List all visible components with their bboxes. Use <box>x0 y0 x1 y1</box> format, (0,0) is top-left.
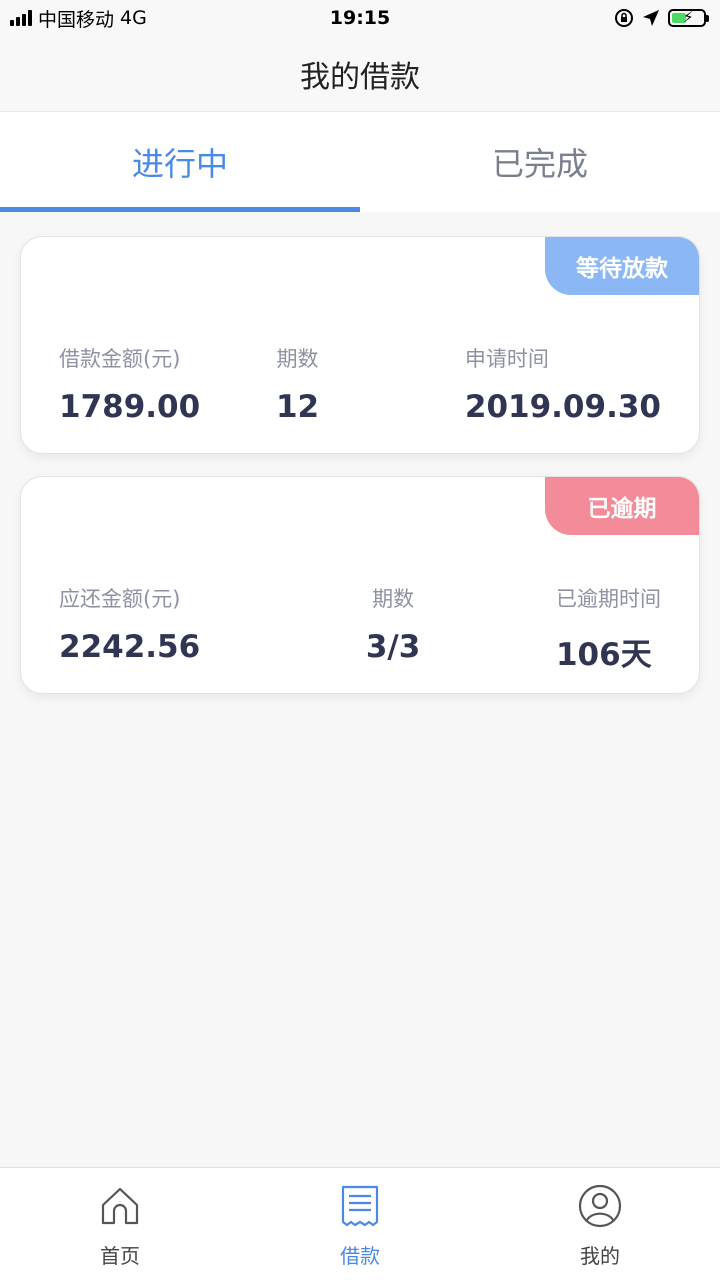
status-badge: 已逾期 <box>545 477 699 535</box>
tab-home[interactable]: 首页 <box>0 1168 240 1280</box>
location-icon <box>643 10 659 26</box>
tab-mine[interactable]: 我的 <box>480 1168 720 1280</box>
tab-loan[interactable]: 借款 <box>240 1168 480 1280</box>
field-value: 12 <box>275 389 320 425</box>
page-title: 我的借款 <box>300 59 420 95</box>
periods-field: 期数 12 <box>276 343 319 425</box>
field-value: 3/3 <box>365 629 421 665</box>
status-bar: 中国移动 4G 19:15 ⚡ <box>0 0 720 36</box>
rotation-lock-icon <box>615 9 633 27</box>
loan-card[interactable]: 已逾期 应还金额(元) 2242.56 期数 3/3 已逾期时间 106天 <box>20 476 700 694</box>
field-value: 2242.56 <box>59 629 201 665</box>
periods-field: 期数 3/3 <box>366 583 420 674</box>
tab-home-label: 首页 <box>100 1244 140 1268</box>
tab-completed[interactable]: 已完成 <box>360 112 720 212</box>
field-value: 1789.00 <box>59 389 201 425</box>
field-label: 期数 <box>276 347 319 371</box>
apply-time-field: 申请时间 2019.09.30 <box>465 343 661 425</box>
tab-loan-label: 借款 <box>340 1244 380 1268</box>
tab-in-progress[interactable]: 进行中 <box>0 112 360 212</box>
home-icon <box>101 1187 139 1225</box>
status-badge: 等待放款 <box>545 237 699 295</box>
tab-mine-label: 我的 <box>580 1244 620 1268</box>
user-icon <box>578 1184 622 1228</box>
carrier-label: 中国移动 <box>38 8 115 31</box>
field-label: 应还金额(元) <box>59 587 181 611</box>
field-value: 106天 <box>555 637 652 673</box>
field-label: 已逾期时间 <box>555 587 661 611</box>
loan-card[interactable]: 等待放款 借款金额(元) 1789.00 期数 12 申请时间 2019.09.… <box>20 236 700 454</box>
tab-bar-top: 进行中 已完成 <box>0 112 720 212</box>
receipt-icon <box>341 1185 379 1227</box>
nav-bar: 我的借款 <box>0 36 720 112</box>
field-label: 申请时间 <box>464 347 549 371</box>
loan-list: 等待放款 借款金额(元) 1789.00 期数 12 申请时间 2019.09.… <box>20 236 700 716</box>
loan-amount-field: 借款金额(元) 1789.00 <box>59 343 200 425</box>
signal-icon <box>10 10 32 26</box>
battery-icon: ⚡ <box>668 8 709 27</box>
field-label: 借款金额(元) <box>59 347 181 371</box>
field-value: 2019.09.30 <box>464 389 661 425</box>
overdue-time-field: 已逾期时间 106天 <box>556 583 661 674</box>
field-label: 期数 <box>372 587 415 611</box>
repay-amount-field: 应还金额(元) 2242.56 <box>59 583 200 674</box>
bottom-tab-bar: 首页 借款 我的 <box>0 1167 720 1280</box>
network-label: 4G <box>120 7 147 29</box>
